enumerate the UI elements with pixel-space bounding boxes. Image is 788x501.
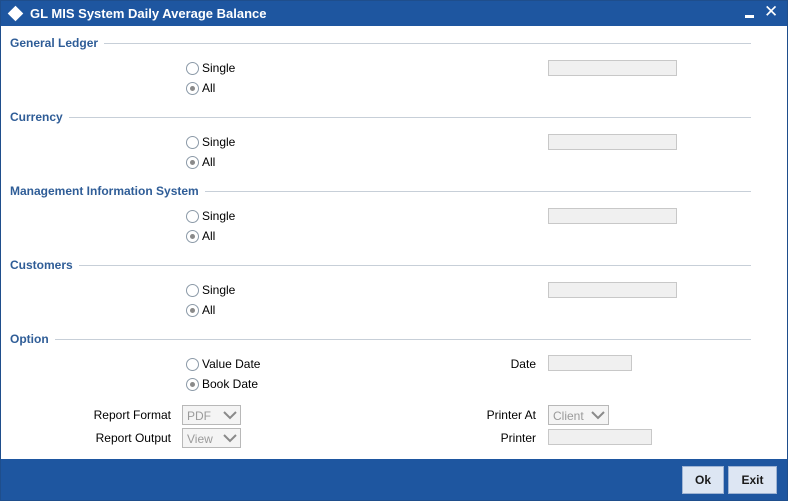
customers-all-label: All (202, 303, 216, 317)
report-format-value: PDF (187, 409, 211, 423)
section-mis: Management Information System (10, 184, 205, 198)
gl-all-label: All (202, 81, 216, 95)
dialog-window: GL MIS System Daily Average Balance ✕ Ge… (0, 0, 788, 501)
report-format-label: Report Format (93, 408, 171, 422)
currency-all-label: All (202, 155, 216, 169)
exit-button[interactable]: Exit (728, 466, 777, 494)
mis-single-label: Single (202, 209, 236, 223)
currency-all-radio[interactable] (186, 156, 199, 169)
gl-all-radio[interactable] (186, 82, 199, 95)
printer-at-select[interactable]: Client (548, 405, 609, 425)
section-option: Option (10, 332, 55, 346)
title-bar[interactable]: GL MIS System Daily Average Balance ✕ (1, 1, 787, 26)
chevron-down-icon (223, 434, 237, 443)
printer-at-value: Client (553, 409, 584, 423)
section-divider (10, 117, 751, 118)
customer-code-field[interactable] (548, 282, 677, 298)
report-output-label: Report Output (95, 431, 171, 445)
printer-field[interactable] (548, 429, 652, 445)
gl-code-field[interactable] (548, 60, 677, 76)
mis-all-label: All (202, 229, 216, 243)
minimize-icon[interactable] (745, 15, 754, 18)
currency-single-radio[interactable] (186, 136, 199, 149)
diamond-icon (7, 5, 24, 22)
date-label: Date (510, 357, 536, 371)
report-output-value: View (187, 432, 213, 446)
button-bar (1, 459, 787, 500)
value-date-radio[interactable] (186, 358, 199, 371)
currency-code-field[interactable] (548, 134, 677, 150)
mis-code-field[interactable] (548, 208, 677, 224)
gl-single-radio[interactable] (186, 62, 199, 75)
currency-single-label: Single (202, 135, 236, 149)
date-field[interactable] (548, 355, 632, 371)
book-date-label: Book Date (202, 377, 259, 391)
report-output-select[interactable]: View (182, 428, 241, 448)
customers-single-radio[interactable] (186, 284, 199, 297)
section-general-ledger: General Ledger (10, 36, 105, 50)
close-icon[interactable]: ✕ (764, 1, 778, 23)
section-customers: Customers (10, 258, 79, 272)
section-currency: Currency (10, 110, 69, 124)
printer-at-label: Printer At (486, 408, 536, 422)
printer-label: Printer (500, 431, 536, 445)
mis-all-radio[interactable] (186, 230, 199, 243)
report-format-select[interactable]: PDF (182, 405, 241, 425)
window-title: GL MIS System Daily Average Balance (30, 6, 267, 21)
chevron-down-icon (591, 411, 605, 420)
value-date-label: Value Date (202, 357, 261, 371)
gl-single-label: Single (202, 61, 236, 75)
ok-button[interactable]: Ok (682, 466, 724, 494)
mis-single-radio[interactable] (186, 210, 199, 223)
book-date-radio[interactable] (186, 378, 199, 391)
section-divider (10, 265, 751, 266)
section-divider (10, 43, 751, 44)
customers-all-radio[interactable] (186, 304, 199, 317)
section-divider (10, 339, 751, 340)
customers-single-label: Single (202, 283, 236, 297)
chevron-down-icon (223, 411, 237, 420)
